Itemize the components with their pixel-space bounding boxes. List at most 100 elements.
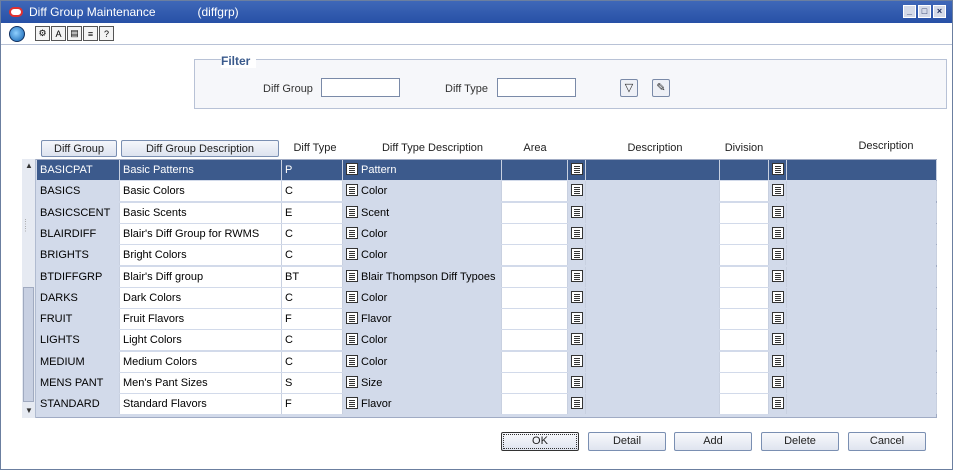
detail-button[interactable]: Detail xyxy=(588,432,666,451)
division-lov-icon[interactable] xyxy=(772,226,784,239)
diff-type-lov-icon[interactable] xyxy=(346,205,358,218)
diff-type-lov-icon[interactable] xyxy=(346,354,358,367)
area-cell[interactable] xyxy=(502,373,568,393)
spell-icon[interactable]: A xyxy=(51,26,66,41)
area-lov-icon[interactable] xyxy=(571,205,583,218)
table-row[interactable]: BTDIFFGRP Blair's Diff group BT Blair Thomp… xyxy=(37,266,937,288)
table-scrollbar[interactable]: ▲ ⋮ ⋮ ▼ xyxy=(22,159,36,418)
diff-group-description-cell[interactable]: Fruit Flavors xyxy=(120,309,282,330)
cancel-button[interactable]: Cancel xyxy=(848,432,926,451)
diff-type-cell[interactable]: C xyxy=(282,223,343,244)
diff-group-description-cell[interactable]: Blair's Diff group xyxy=(120,266,282,287)
diff-type-lov-icon[interactable] xyxy=(346,184,358,197)
diff-group-description-cell[interactable]: Dark Colors xyxy=(120,287,282,308)
diff-group-description-cell[interactable]: Medium Colors xyxy=(120,351,282,372)
close-button[interactable]: × xyxy=(933,5,946,18)
diff-group-cell[interactable]: MEDIUM xyxy=(37,351,120,372)
diff-type-cell[interactable]: C xyxy=(282,330,343,351)
area-lov-icon[interactable] xyxy=(571,248,583,261)
table-row[interactable]: MEDIUM Medium Colors C Color xyxy=(37,351,937,373)
diff-type-lov-icon[interactable] xyxy=(346,397,358,410)
division-cell[interactable] xyxy=(720,181,769,202)
area-lov-icon[interactable] xyxy=(571,312,583,325)
diff-group-cell[interactable]: LIGHTS xyxy=(37,330,120,351)
diff-group-description-cell[interactable]: Basic Colors xyxy=(120,181,282,202)
division-cell[interactable] xyxy=(720,160,769,180)
division-cell[interactable] xyxy=(720,245,769,266)
diff-type-lov-icon[interactable] xyxy=(346,226,358,239)
diff-group-cell[interactable]: BASICS xyxy=(37,181,120,202)
diff-group-description-cell[interactable]: Bright Colors xyxy=(120,245,282,266)
area-lov-icon[interactable] xyxy=(571,376,583,389)
table-row[interactable]: FRUIT Fruit Flavors F Flavor xyxy=(37,309,937,330)
title-bar[interactable]: Diff Group Maintenance (diffgrp) _ □ × xyxy=(1,1,952,23)
area-lov-icon[interactable] xyxy=(571,226,583,239)
area-cell[interactable] xyxy=(502,245,568,266)
table-row[interactable]: BASICS Basic Colors C Color xyxy=(37,181,937,202)
header-diff-group[interactable]: Diff Group xyxy=(41,140,117,157)
area-cell[interactable] xyxy=(502,309,568,330)
division-cell[interactable] xyxy=(720,373,769,393)
area-cell[interactable] xyxy=(502,330,568,351)
area-lov-icon[interactable] xyxy=(571,269,583,282)
diff-group-cell[interactable]: MENS PANT xyxy=(37,373,120,393)
diff-type-lov-icon[interactable] xyxy=(346,269,358,282)
division-lov-icon[interactable] xyxy=(772,397,784,410)
division-lov-icon[interactable] xyxy=(772,248,784,261)
table-row[interactable]: BASICSCENT Basic Scents E Scent xyxy=(37,202,937,224)
division-lov-icon[interactable] xyxy=(772,269,784,282)
division-lov-icon[interactable] xyxy=(772,290,784,303)
area-lov-icon[interactable] xyxy=(571,290,583,303)
diff-group-cell[interactable]: BASICPAT xyxy=(37,160,120,180)
diff-type-cell[interactable]: BT xyxy=(282,266,343,287)
division-lov-icon[interactable] xyxy=(772,354,784,367)
division-lov-icon[interactable] xyxy=(772,333,784,346)
diff-type-cell[interactable]: C xyxy=(282,351,343,372)
division-lov-icon[interactable] xyxy=(772,163,784,176)
diff-type-cell[interactable]: P xyxy=(282,160,343,180)
area-lov-icon[interactable] xyxy=(571,163,583,176)
diff-group-cell[interactable]: BLAIRDIFF xyxy=(37,223,120,244)
diff-type-cell[interactable]: F xyxy=(282,309,343,330)
scroll-down-icon[interactable]: ▼ xyxy=(24,406,34,416)
area-lov-icon[interactable] xyxy=(571,354,583,367)
diff-group-cell[interactable]: BRIGHTS xyxy=(37,245,120,266)
division-lov-icon[interactable] xyxy=(772,184,784,197)
help-icon[interactable]: ⚙ xyxy=(35,26,50,41)
scroll-up-icon[interactable]: ▲ xyxy=(24,161,34,171)
division-cell[interactable] xyxy=(720,330,769,351)
table-row[interactable]: MENS PANT Men's Pant Sizes S Size xyxy=(37,373,937,394)
diff-group-description-cell[interactable]: Light Colors xyxy=(120,330,282,351)
diff-group-description-cell[interactable]: Blair's Diff Group for RWMS xyxy=(120,223,282,244)
division-lov-icon[interactable] xyxy=(772,312,784,325)
diff-type-cell[interactable]: S xyxy=(282,373,343,393)
area-cell[interactable] xyxy=(502,394,568,415)
division-cell[interactable] xyxy=(720,351,769,372)
division-cell[interactable] xyxy=(720,266,769,287)
delete-button[interactable]: Delete xyxy=(761,432,839,451)
division-lov-icon[interactable] xyxy=(772,205,784,218)
diff-type-lov-icon[interactable] xyxy=(346,333,358,346)
diff-group-cell[interactable]: BASICSCENT xyxy=(37,202,120,223)
area-cell[interactable] xyxy=(502,351,568,372)
diff-group-description-cell[interactable]: Men's Pant Sizes xyxy=(120,373,282,393)
area-cell[interactable] xyxy=(502,181,568,202)
division-cell[interactable] xyxy=(720,394,769,415)
diff-type-lov-icon[interactable] xyxy=(346,248,358,261)
area-lov-icon[interactable] xyxy=(571,184,583,197)
table-row[interactable]: STANDARD Standard Flavors F Flavor xyxy=(37,394,937,415)
diff-type-cell[interactable]: E xyxy=(282,202,343,223)
apply-filter-icon[interactable]: ▽ xyxy=(620,79,638,97)
table-row[interactable]: BASICPAT Basic Patterns P Pattern xyxy=(37,160,937,181)
add-button[interactable]: Add xyxy=(674,432,752,451)
diff-type-lov-icon[interactable] xyxy=(346,163,358,176)
notes-icon[interactable]: ▤ xyxy=(67,26,82,41)
filter-diff-group-input[interactable] xyxy=(321,78,400,97)
print-icon[interactable]: ≡ xyxy=(83,26,98,41)
table-row[interactable]: LIGHTS Light Colors C Color xyxy=(37,330,937,351)
division-lov-icon[interactable] xyxy=(772,376,784,389)
table-row[interactable]: BRIGHTS Bright Colors C Color xyxy=(37,245,937,266)
table-row[interactable]: BLAIRDIFF Blair's Diff Group for RWMS C Col… xyxy=(37,223,937,245)
header-diff-group-description[interactable]: Diff Group Description xyxy=(121,140,279,157)
diff-type-cell[interactable]: C xyxy=(282,181,343,202)
